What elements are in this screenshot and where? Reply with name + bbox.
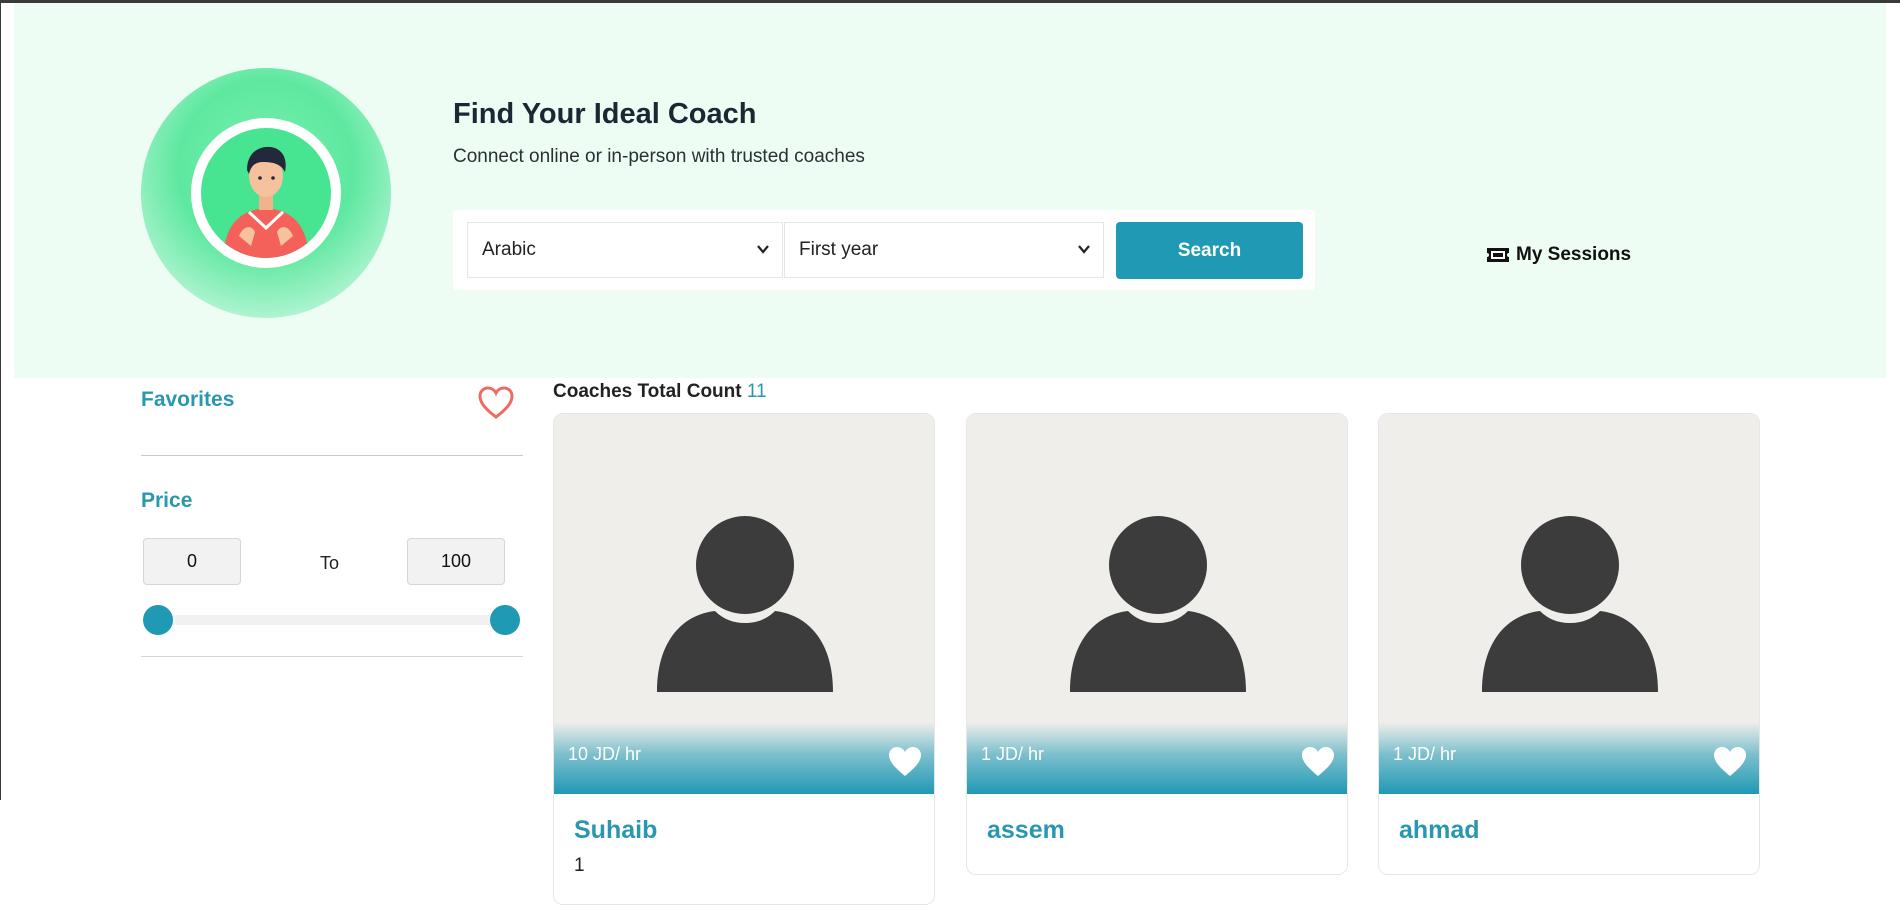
price-label: Price [141, 489, 193, 512]
heart-icon[interactable] [888, 746, 922, 778]
chevron-down-icon [757, 245, 769, 254]
coach-photo: 10 JD/ hr [554, 414, 934, 794]
price-slider-min-handle[interactable] [143, 605, 173, 635]
page-title: Find Your Ideal Coach [453, 98, 757, 130]
window-left-border [0, 0, 1, 800]
coach-price: 10 JD/ hr [568, 744, 642, 764]
coach-figure-icon [223, 146, 309, 258]
coach-photo: 1 JD/ hr [1379, 414, 1759, 794]
coach-card[interactable]: 1 JD/ hr assem [966, 413, 1348, 875]
coach-card[interactable]: 10 JD/ hr Suhaib 1 [553, 413, 935, 905]
filter-divider [141, 455, 523, 456]
price-to-label: To [320, 553, 340, 573]
filter-divider [141, 656, 523, 657]
coach-illustration [201, 128, 331, 258]
coaches-count-value: 11 [746, 381, 767, 402]
year-select-value: First year [799, 239, 879, 260]
coach-name[interactable]: ahmad [1379, 794, 1759, 845]
price-range-slider[interactable] [157, 615, 506, 625]
coaches-count-label: Coaches Total Count [553, 381, 742, 402]
price-slider-max-handle[interactable] [490, 605, 520, 635]
person-placeholder-icon [1070, 516, 1246, 692]
coach-photo: 1 JD/ hr [967, 414, 1347, 794]
language-select-value: Arabic [482, 239, 536, 260]
coach-detail: 1 [574, 855, 585, 876]
coach-card[interactable]: 1 JD/ hr ahmad [1378, 413, 1760, 875]
favorites-label: Favorites [141, 388, 235, 411]
my-sessions-label: My Sessions [1516, 244, 1632, 265]
price-max-input[interactable]: 100 [407, 538, 505, 585]
coach-price: 1 JD/ hr [1393, 744, 1457, 764]
chevron-down-icon [1078, 245, 1090, 254]
language-select[interactable]: Arabic [467, 222, 783, 278]
coach-price: 1 JD/ hr [981, 744, 1045, 764]
coach-name[interactable]: assem [967, 794, 1347, 845]
coaches-count: Coaches Total Count 11 [553, 381, 767, 403]
person-placeholder-icon [1482, 516, 1658, 692]
price-min-input[interactable]: 0 [143, 538, 241, 585]
page-subtitle: Connect online or in-person with trusted… [453, 146, 865, 167]
heart-icon[interactable] [1301, 746, 1335, 778]
person-placeholder-icon [657, 516, 833, 692]
search-button[interactable]: Search [1116, 222, 1303, 279]
heart-icon[interactable] [1713, 746, 1747, 778]
search-bar: Arabic First year Search [453, 210, 1315, 290]
ticket-icon [1487, 248, 1509, 262]
my-sessions-link[interactable]: My Sessions [1486, 244, 1631, 266]
year-select[interactable]: First year [784, 222, 1104, 278]
coach-name[interactable]: Suhaib [554, 794, 934, 845]
favorites-heart-icon[interactable] [478, 386, 514, 420]
